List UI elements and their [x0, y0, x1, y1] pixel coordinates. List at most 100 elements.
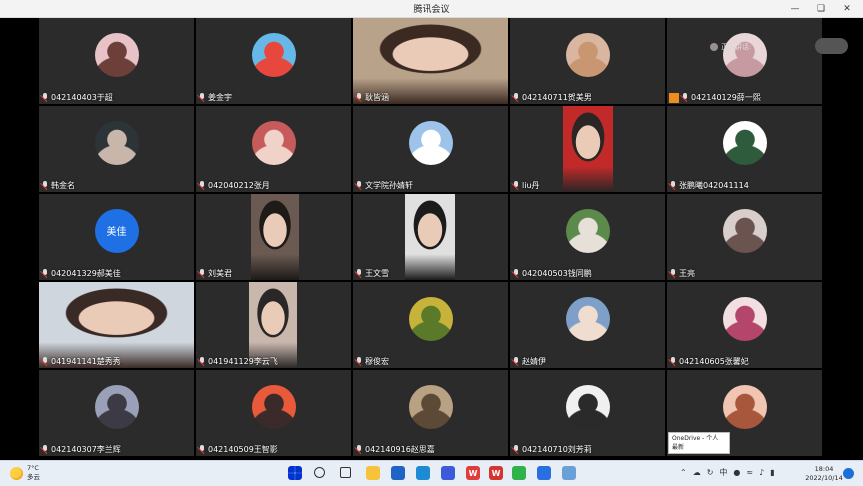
mic-muted-icon — [669, 357, 677, 366]
close-button[interactable]: ✕ — [834, 0, 860, 18]
mail-icon[interactable] — [391, 466, 405, 480]
participant-avatar: 美佳 — [94, 208, 139, 253]
mic-muted-icon — [355, 445, 363, 454]
participant-tile[interactable]: 042140605张馨妃 — [667, 282, 822, 368]
microphone-icon[interactable]: ● — [733, 468, 740, 477]
ime-indicator[interactable]: 中 — [719, 467, 727, 478]
mic-muted-icon — [198, 93, 206, 102]
tray-sync-icon[interactable]: ↻ — [707, 468, 714, 477]
clock[interactable]: 18:04 2022/10/14 — [802, 465, 846, 483]
participant-namebar: 韩金名 — [41, 180, 75, 191]
mic-muted-icon — [669, 181, 677, 190]
participant-tile[interactable]: 穆俊宏 — [353, 282, 508, 368]
tooltip-line-2: 最新 — [672, 444, 685, 451]
app-window: 腾讯会议 — ❏ ✕ 042140403于超 姜金宇 耿皆涵 042140711贺美男… — [0, 0, 863, 486]
participant-name: 穆俊宏 — [365, 357, 389, 366]
participant-avatar — [565, 384, 610, 429]
participant-tile[interactable]: 042040503钱同鹏 — [510, 194, 665, 280]
participant-tile[interactable]: 张鹏曦042041114 — [667, 106, 822, 192]
participant-namebar: 王亮 — [669, 268, 695, 279]
restore-button[interactable]: ❏ — [808, 0, 834, 18]
participant-namebar: 耿皆涵 — [355, 92, 389, 103]
speaking-indicator: 正在讲话: — [710, 40, 772, 54]
participant-tile[interactable]: 041941141楚秀秀 — [39, 282, 194, 368]
participant-tile[interactable]: 文学院孙婧轩 — [353, 106, 508, 192]
participant-name: 042140307李兰辉 — [51, 445, 121, 454]
participant-avatar — [94, 32, 139, 77]
participant-tile[interactable]: liu丹 — [510, 106, 665, 192]
participant-avatar — [565, 208, 610, 253]
start-icon[interactable] — [288, 466, 302, 480]
mic-muted-icon — [41, 445, 49, 454]
participant-name: 042140711贺美男 — [522, 93, 592, 102]
participant-namebar: liu丹 — [512, 180, 540, 191]
volume-icon[interactable]: ♪ — [759, 468, 764, 477]
tencent-meeting-icon[interactable] — [537, 466, 551, 480]
participant-tile[interactable]: 042140711贺美男 — [510, 18, 665, 104]
participant-name: 王亮 — [679, 269, 695, 278]
participant-name: 041941129李云飞 — [208, 357, 278, 366]
participant-name: liu丹 — [522, 181, 540, 190]
participant-tile[interactable]: 王亮 — [667, 194, 822, 280]
edge-icon[interactable] — [416, 466, 430, 480]
mic-muted-icon — [198, 445, 206, 454]
wifi-icon[interactable]: ≈ — [746, 468, 753, 477]
participant-grid: 042140403于超 姜金宇 耿皆涵 042140711贺美男 042140129薛一… — [39, 18, 824, 460]
mic-muted-icon — [512, 181, 520, 190]
participant-tile[interactable]: 041941129李云飞 — [196, 282, 351, 368]
participant-avatar — [408, 296, 453, 341]
participant-tile[interactable]: 042140403于超 — [39, 18, 194, 104]
participant-tile[interactable]: 韩金名 — [39, 106, 194, 192]
participant-name: 042140129薛一熙 — [691, 93, 761, 102]
clock-date: 2022/10/14 — [805, 474, 843, 482]
search-icon[interactable] — [314, 467, 325, 478]
avatar-initial: 美佳 — [106, 227, 127, 239]
battery-icon[interactable]: ▮ — [770, 468, 774, 477]
participant-namebar: 041941141楚秀秀 — [41, 356, 121, 367]
participant-namebar: 042140307李兰辉 — [41, 444, 121, 455]
task-view-icon[interactable] — [340, 467, 351, 478]
wps-icon[interactable]: W — [466, 466, 480, 480]
participant-tile[interactable]: 刘美君 — [196, 194, 351, 280]
network-tool-icon[interactable] — [562, 466, 576, 480]
file-explorer-icon[interactable] — [366, 466, 380, 480]
tray-cloud-icon[interactable]: ☁ — [693, 468, 701, 477]
participant-namebar: 042140916赵思嘉 — [355, 444, 435, 455]
participant-tile[interactable]: 042140129薛一熙 — [667, 18, 822, 104]
participant-tile[interactable]: 042040212张月 — [196, 106, 351, 192]
meeting-stage: 042140403于超 姜金宇 耿皆涵 042140711贺美男 042140129薛一… — [0, 18, 863, 460]
minimize-button[interactable]: — — [782, 0, 808, 18]
store-icon[interactable] — [441, 466, 455, 480]
participant-tile[interactable]: 042140710刘芳莉 — [510, 370, 665, 456]
participant-avatar — [251, 384, 296, 429]
participant-namebar: 042041329郝美佳 — [41, 268, 121, 279]
wps-office-icon[interactable]: W — [489, 466, 503, 480]
notification-icon[interactable] — [843, 468, 854, 479]
participant-avatar — [408, 384, 453, 429]
participant-tile[interactable]: 赵婧伊 — [510, 282, 665, 368]
participant-tile[interactable]: 042140307李兰辉 — [39, 370, 194, 456]
participant-namebar: 042040212张月 — [198, 180, 270, 191]
clock-time: 18:04 — [814, 465, 834, 473]
participant-tile[interactable]: 042140509王智影 — [196, 370, 351, 456]
participant-tile[interactable]: 王文雪 — [353, 194, 508, 280]
participant-video — [405, 194, 455, 280]
participant-name: 韩金名 — [51, 181, 75, 190]
mic-muted-icon — [512, 357, 520, 366]
speaking-toggle[interactable] — [815, 38, 848, 54]
participant-name: 042040212张月 — [208, 181, 270, 190]
wechat-icon[interactable] — [512, 466, 526, 480]
participant-name: 张鹏曦042041114 — [679, 181, 749, 190]
speaking-label: 正在讲话: — [721, 43, 752, 51]
participant-tile[interactable]: 姜金宇 — [196, 18, 351, 104]
participant-avatar — [722, 208, 767, 253]
onedrive-tooltip: OneDrive - 个人 最新 — [668, 432, 730, 454]
weather-widget[interactable]: 7°C 多云 — [10, 464, 40, 482]
participant-tile[interactable]: 美佳 042041329郝美佳 — [39, 194, 194, 280]
participant-namebar: 042140711贺美男 — [512, 92, 592, 103]
participant-tile[interactable]: 耿皆涵 — [353, 18, 508, 104]
participant-name: 042140509王智影 — [208, 445, 278, 454]
tray-chevron-icon[interactable]: ⌃ — [680, 468, 687, 477]
participant-tile[interactable]: 042140916赵思嘉 — [353, 370, 508, 456]
participant-avatar — [565, 32, 610, 77]
